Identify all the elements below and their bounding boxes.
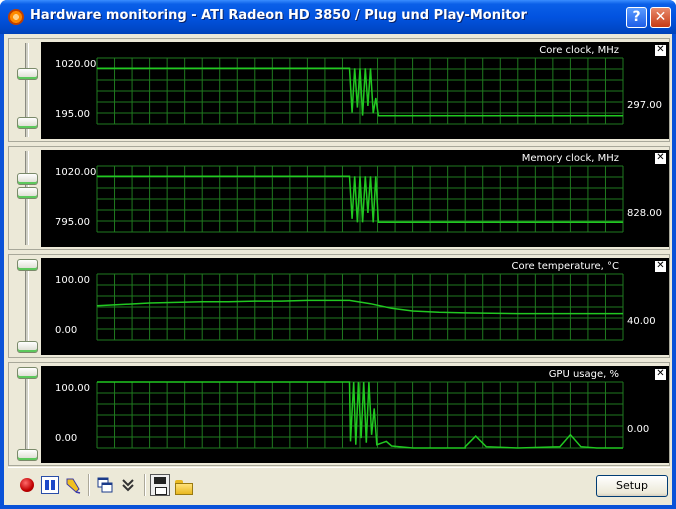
pause-icon[interactable] xyxy=(41,476,59,494)
gpu-usage-plot xyxy=(96,381,624,449)
slider-max-thumb[interactable] xyxy=(17,68,38,80)
graph-current-value: 297.00 xyxy=(627,100,662,111)
slider-min-thumb[interactable] xyxy=(17,187,38,199)
range-slider-track[interactable] xyxy=(25,367,29,461)
graph-current-value: 40.00 xyxy=(627,316,656,327)
graph-min-label: 0.00 xyxy=(55,433,78,444)
graph-area: Core temperature, °C ✕ 100.00 0.00 40.00 xyxy=(41,258,669,355)
open-folder-icon[interactable] xyxy=(174,476,193,495)
graph-max-label: 1020.00 xyxy=(55,59,97,70)
chevron-down-icon[interactable] xyxy=(119,476,137,494)
graph-max-label: 100.00 xyxy=(55,275,90,286)
graph-panel-memory-clock: Memory clock, MHz ✕ 1020.00 795.00 828.0… xyxy=(8,146,670,250)
slider-max-thumb[interactable] xyxy=(17,367,38,379)
graph-max-label: 1020.00 xyxy=(55,167,97,178)
graph-close-icon[interactable]: ✕ xyxy=(655,369,666,380)
graph-title: Core temperature, °C xyxy=(511,261,619,272)
graph-panel-gpu-usage: GPU usage, % ✕ 100.00 0.00 0.00 xyxy=(8,362,670,466)
edit-pen-icon[interactable] xyxy=(64,476,82,494)
graph-area: Memory clock, MHz ✕ 1020.00 795.00 828.0… xyxy=(41,150,669,247)
graph-close-icon[interactable]: ✕ xyxy=(655,45,666,56)
save-icon[interactable] xyxy=(150,474,170,496)
graph-area: Core clock, MHz ✕ 1020.00 195.00 297.00 xyxy=(41,42,669,139)
windows-svg xyxy=(97,477,113,493)
graph-current-value: 0.00 xyxy=(627,424,650,435)
close-window-button[interactable]: ✕ xyxy=(650,7,671,28)
graph-title: Memory clock, MHz xyxy=(521,153,619,164)
graph-title: GPU usage, % xyxy=(548,369,619,380)
bottom-toolbar: Setup xyxy=(8,467,670,501)
graph-max-label: 100.00 xyxy=(55,383,90,394)
graph-min-label: 195.00 xyxy=(55,109,90,120)
slider-min-thumb[interactable] xyxy=(17,341,38,353)
range-slider-track[interactable] xyxy=(25,259,29,353)
record-icon[interactable] xyxy=(18,476,36,494)
slider-min-thumb[interactable] xyxy=(17,117,38,129)
app-window: Hardware monitoring - ATI Radeon HD 3850… xyxy=(0,0,676,509)
slider-max-thumb[interactable] xyxy=(17,173,38,185)
help-button[interactable]: ? xyxy=(626,7,647,28)
toolbar-separator xyxy=(88,474,90,496)
memory-clock-plot xyxy=(96,165,624,233)
slider-min-thumb[interactable] xyxy=(17,449,38,461)
windows-icon[interactable] xyxy=(96,476,114,494)
graph-current-value: 828.00 xyxy=(627,208,662,219)
setup-button[interactable]: Setup xyxy=(596,475,668,497)
graph-min-label: 795.00 xyxy=(55,217,90,228)
window-title: Hardware monitoring - ATI Radeon HD 3850… xyxy=(30,8,527,23)
core-clock-plot xyxy=(96,57,624,125)
graph-min-label: 0.00 xyxy=(55,325,78,336)
pen-svg xyxy=(66,478,81,494)
title-bar[interactable]: Hardware monitoring - ATI Radeon HD 3850… xyxy=(0,0,676,34)
graph-close-icon[interactable]: ✕ xyxy=(655,261,666,272)
graph-close-icon[interactable]: ✕ xyxy=(655,153,666,164)
toolbar-separator xyxy=(144,474,146,496)
graph-panel-core-temperature: Core temperature, °C ✕ 100.00 0.00 40.00 xyxy=(8,254,670,358)
graph-panel-core-clock: Core clock, MHz ✕ 1020.00 195.00 297.00 xyxy=(8,38,670,142)
graph-area: GPU usage, % ✕ 100.00 0.00 0.00 xyxy=(41,366,669,463)
slider-max-thumb[interactable] xyxy=(17,259,38,271)
chevron-svg xyxy=(122,479,134,492)
core-temperature-plot xyxy=(96,273,624,341)
app-icon xyxy=(8,9,24,25)
client-area: Core clock, MHz ✕ 1020.00 195.00 297.00 … xyxy=(4,34,672,505)
graph-title: Core clock, MHz xyxy=(539,45,619,56)
